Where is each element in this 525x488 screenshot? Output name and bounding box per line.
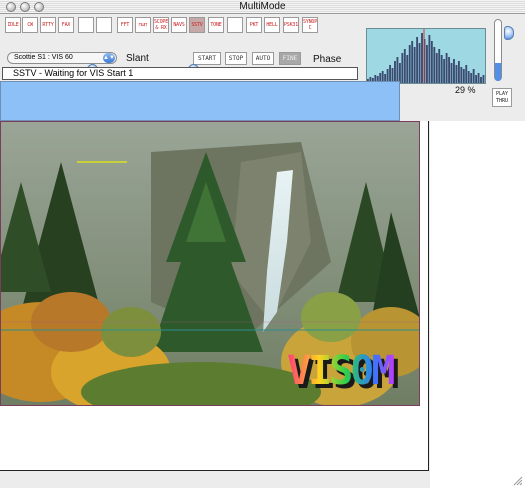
sstv-picture: VIS0M VIS0M: [1, 122, 419, 405]
mode-button-label-2: & RX: [155, 25, 167, 31]
spectrum-bar: [467, 71, 470, 83]
spectrum-bar: [453, 59, 455, 83]
play-thru-label-1: PLAY: [495, 91, 509, 97]
mode-button-sstv[interactable]: SSTV: [189, 17, 205, 33]
mode-button-label: SSTV: [191, 22, 203, 28]
mode-button-scope[interactable]: SCOPE & RX: [153, 17, 169, 33]
window-title: MultiMode: [239, 1, 286, 12]
spectrum-bar: [450, 63, 453, 83]
spectrum-bar: [470, 73, 473, 83]
spectrum-bar: [482, 75, 485, 83]
mode-button-blank-12[interactable]: [227, 17, 243, 33]
mode-button-fft[interactable]: FFT: [117, 17, 133, 33]
mode-button-label: PSK31: [284, 22, 299, 28]
mode-button-psk31[interactable]: PSK31: [283, 17, 299, 33]
mode-button-rtty[interactable]: RTTY: [40, 17, 56, 33]
spectrum-bar: [396, 57, 399, 83]
start-button[interactable]: START: [193, 52, 221, 65]
mode-button-navs[interactable]: NAVS: [171, 17, 187, 33]
spectrum-bar: [416, 37, 419, 83]
mode-button-label: FFT: [120, 22, 130, 28]
mode-button-label: RTTY: [42, 22, 54, 28]
mode-button-label: IDLE: [7, 22, 19, 28]
mode-button-label: PKT: [249, 22, 259, 28]
spectrum-graph: [367, 29, 485, 83]
right-pane: [430, 121, 525, 488]
spectrum-bar: [401, 53, 404, 83]
level-slider-fill: [495, 63, 501, 81]
spectrum-bar: [430, 41, 433, 83]
spectrum-bar: [403, 49, 406, 83]
sstv-mode-select[interactable]: Scottie S1 : VIS 60 ▲▼: [7, 52, 117, 64]
spectrum-bar: [421, 33, 423, 83]
spectrum-bar: [475, 75, 478, 83]
spectrum-bar: [406, 55, 409, 83]
sstv-mode-value: Scottie S1 : VIS 60: [14, 54, 73, 61]
play-thru-button[interactable]: PLAY THRU: [492, 88, 512, 107]
spectrum-bar: [411, 41, 414, 83]
multimode-window: MultiMode IDLE CW RTTY FAX FFT ⊓⊔⊓ SCOPE & RX NA…: [0, 0, 525, 488]
overlay-text: VIS0M: [287, 348, 394, 394]
title-bar[interactable]: MultiMode: [0, 0, 525, 14]
spectrum-bar: [428, 35, 431, 83]
mode-button-label-2: C: [308, 25, 312, 31]
resize-grip-icon[interactable]: [513, 476, 523, 486]
spectrum-bar: [445, 53, 448, 83]
mode-button-tone[interactable]: TONE: [208, 17, 224, 33]
chevron-down-icon: ▲▼: [103, 53, 115, 63]
phase-label: Phase: [313, 54, 342, 65]
mode-button-pkt[interactable]: PKT: [246, 17, 262, 33]
fine-button[interactable]: FINE: [279, 52, 301, 65]
spectrum-bar: [448, 57, 450, 83]
mode-button-label: FAX: [61, 22, 71, 28]
mode-button-blank-4[interactable]: [78, 17, 94, 33]
auto-button[interactable]: AUTO: [252, 52, 274, 65]
spectrum-bar: [394, 61, 396, 83]
status-field: SSTV - Waiting for VIS Start 1: [2, 67, 358, 80]
mode-button-synop[interactable]: SYNOP C: [302, 17, 318, 33]
mode-button-blank-5[interactable]: [96, 17, 112, 33]
mode-button--[interactable]: ⊓⊔⊓: [135, 17, 151, 33]
spectrum-bar: [460, 67, 463, 83]
spectrum-bar: [426, 45, 428, 83]
spectrum-bar: [408, 45, 411, 83]
spectrum-bar: [455, 65, 458, 83]
mode-button-label: CW: [27, 22, 33, 28]
spectrum-bar: [443, 59, 446, 83]
mode-button-label: TONE: [210, 22, 222, 28]
signal-level-bar: [0, 81, 400, 121]
spectrum-bar: [465, 65, 468, 83]
spectrum-bar: [462, 69, 465, 83]
slant-label: Slant: [126, 53, 149, 64]
received-sstv-image: VIS0M VIS0M: [0, 121, 420, 406]
spectrum-bar: [433, 47, 436, 83]
level-percent: 29 %: [455, 85, 476, 95]
spectrum-bar: [477, 73, 480, 83]
spectrum-bar: [480, 77, 482, 83]
spectrum-bar: [457, 61, 460, 83]
level-slider-thumb[interactable]: [504, 26, 514, 40]
spectrum-bar: [438, 49, 441, 83]
stop-button[interactable]: STOP: [225, 52, 247, 65]
mode-button-label: ⊓⊔⊓: [138, 22, 148, 28]
mode-button-fax[interactable]: FAX: [58, 17, 74, 33]
spectrum-bar: [435, 53, 438, 83]
play-thru-label-2: THRU: [495, 98, 509, 104]
spectrum-bar: [413, 47, 416, 83]
mode-button-idle[interactable]: IDLE: [5, 17, 21, 33]
spectrum-bar: [398, 63, 401, 83]
spectrum-display: [366, 28, 486, 84]
spectrum-bar: [418, 43, 421, 83]
mode-button-cw[interactable]: CW: [22, 17, 38, 33]
mode-button-label: HELL: [266, 22, 278, 28]
spectrum-bar: [472, 69, 475, 83]
spectrum-bar: [440, 55, 443, 83]
mode-button-hell[interactable]: HELL: [264, 17, 280, 33]
mode-button-label: NAVS: [173, 22, 185, 28]
